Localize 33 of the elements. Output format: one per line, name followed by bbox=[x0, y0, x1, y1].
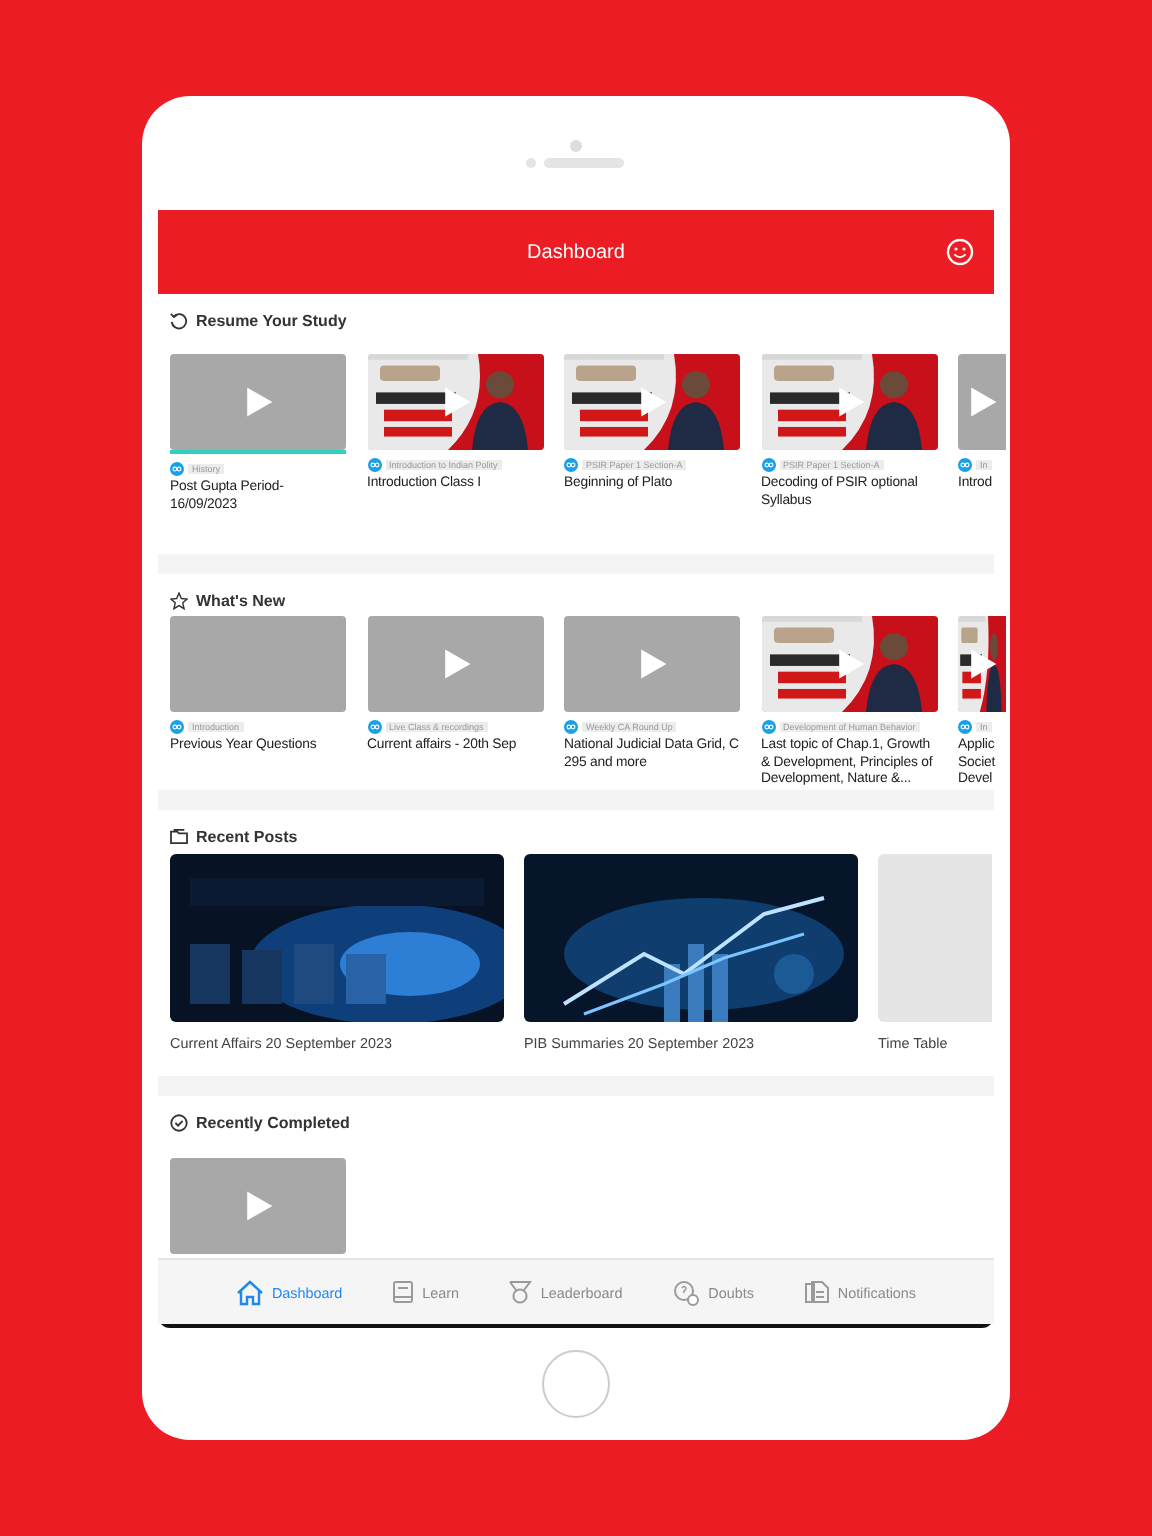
check-circle-icon bbox=[170, 1113, 188, 1131]
video-thumbnail[interactable] bbox=[170, 354, 346, 450]
video-icon bbox=[564, 720, 578, 734]
home-button[interactable] bbox=[542, 1350, 610, 1418]
medal-icon bbox=[508, 1280, 533, 1304]
video-thumbnail[interactable] bbox=[958, 354, 1006, 450]
video-icon bbox=[564, 458, 578, 472]
video-thumbnail[interactable] bbox=[564, 616, 740, 712]
question-bubble-icon bbox=[672, 1279, 701, 1305]
video-icon bbox=[170, 720, 184, 734]
video-icon bbox=[761, 458, 775, 472]
home-icon bbox=[235, 1279, 264, 1305]
refresh-icon bbox=[170, 311, 188, 329]
video-icon bbox=[367, 458, 381, 472]
document-icon bbox=[803, 1280, 830, 1304]
page-title: Dashboard bbox=[527, 241, 625, 263]
speaker-icon bbox=[526, 157, 626, 167]
camera-icon bbox=[570, 139, 582, 151]
section-title: Recent Posts bbox=[196, 827, 298, 845]
video-icon bbox=[761, 720, 775, 734]
section-title: Recently Completed bbox=[196, 1113, 350, 1131]
video-icon bbox=[170, 462, 184, 476]
star-icon bbox=[170, 591, 188, 609]
video-thumbnail[interactable] bbox=[367, 616, 543, 712]
video-thumbnail[interactable] bbox=[170, 1158, 346, 1254]
video-icon bbox=[367, 720, 381, 734]
section-title: What's New bbox=[196, 591, 286, 609]
section-title: Resume Your Study bbox=[196, 311, 347, 329]
video-icon bbox=[958, 720, 972, 734]
smiley-icon[interactable] bbox=[946, 238, 974, 266]
folder-icon bbox=[170, 828, 188, 844]
book-icon bbox=[392, 1280, 415, 1304]
video-icon bbox=[958, 458, 972, 472]
